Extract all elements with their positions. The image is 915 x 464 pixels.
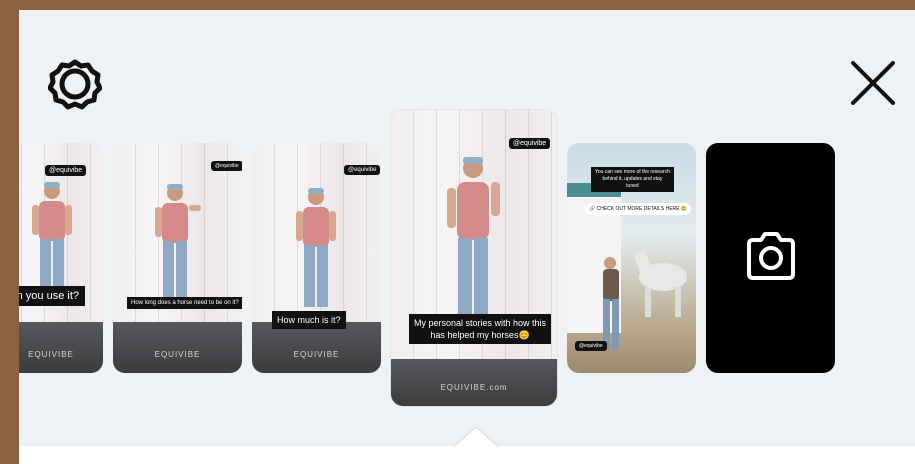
selection-caret-icon xyxy=(453,426,499,448)
camera-icon xyxy=(741,228,801,289)
ground-text: EQUIVIBE xyxy=(293,350,340,359)
story-editor-panel: EQUIVIBE @equivibe can you use it? EQUIV… xyxy=(19,10,915,464)
settings-button[interactable] xyxy=(47,58,103,114)
story-thumbnail[interactable]: EQUIVIBE @equivibe How long does a horse… xyxy=(113,143,242,373)
ground-text: EQUIVIBE.com xyxy=(440,383,508,392)
mention-tag: @equivibe xyxy=(211,161,242,171)
mention-tag: @equivibe xyxy=(344,165,381,175)
story-caption: can you use it? xyxy=(19,286,85,306)
story-caption: How long does a horse need to be on it? xyxy=(127,297,242,309)
person-image xyxy=(32,182,72,301)
story-thumbnail[interactable]: EQUIVIBE @equivibe can you use it? xyxy=(19,143,103,373)
story-caption: How much is it? xyxy=(272,311,346,329)
close-icon xyxy=(847,57,899,114)
story-caption: My personal stories with how this has he… xyxy=(409,314,552,344)
caption-line: You can see more of the research xyxy=(595,169,670,175)
person-image xyxy=(447,157,500,340)
mention-tag: @equivibe xyxy=(45,165,87,176)
caption-line: behind it, updates and stay xyxy=(602,176,663,182)
camera-tile[interactable] xyxy=(706,143,835,373)
mention-tag: @equivibe xyxy=(509,138,551,149)
story-thumbnail[interactable]: EQUIVIBE @equivibe How much is it? xyxy=(252,143,381,373)
ground-text: EQUIVIBE xyxy=(154,350,201,359)
mention-tag: @equivibe xyxy=(575,341,607,351)
ground-text: EQUIVIBE xyxy=(28,350,74,359)
caption-line: tuned xyxy=(626,183,639,189)
story-thumbnail[interactable]: You can see more of the research behind … xyxy=(567,143,696,373)
story-thumbnail-selected[interactable]: EQUIVIBE.com @equivibe My personal stori… xyxy=(391,110,557,406)
horse-image xyxy=(634,251,687,317)
info-caption: You can see more of the research behind … xyxy=(591,167,674,192)
caption-line: has helped my horses😊 xyxy=(430,330,530,340)
person-image xyxy=(155,184,201,303)
caption-line: My personal stories with how this xyxy=(414,318,547,328)
gear-icon xyxy=(47,57,103,116)
close-button[interactable] xyxy=(845,57,901,113)
link-sticker: 🔗 CHECK OUT MORE DETAILS HERE 😊 xyxy=(585,203,692,215)
bottom-sheet xyxy=(19,446,915,464)
